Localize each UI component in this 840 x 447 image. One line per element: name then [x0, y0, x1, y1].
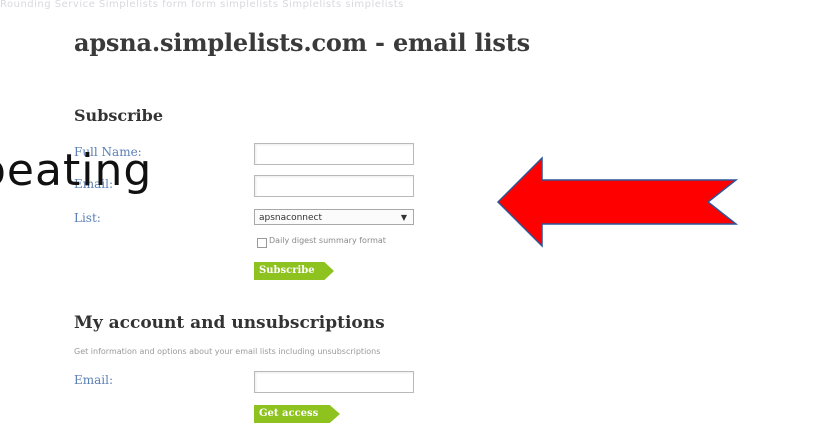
list-select-value: apsnaconnect: [259, 213, 323, 223]
subscribe-button[interactable]: Subscribe: [254, 262, 334, 280]
top-navigation-strip: Rounding Service Simplelists form form s…: [0, 0, 404, 10]
daily-digest-checkbox[interactable]: [257, 238, 267, 248]
subscribe-heading: Subscribe: [74, 106, 163, 125]
account-email-input[interactable]: [254, 371, 414, 393]
account-email-label: Email:: [74, 373, 114, 387]
full-name-input[interactable]: [254, 143, 414, 165]
account-heading: My account and unsubscriptions: [74, 313, 385, 333]
chevron-down-icon: ▼: [400, 213, 407, 222]
list-label: List:: [74, 211, 101, 225]
page-title: apsna.simplelists.com - email lists: [74, 28, 530, 57]
red-arrow-icon: [496, 156, 738, 248]
account-info-text: Get information and options about your e…: [74, 347, 381, 356]
daily-digest-label: Daily digest summary format: [269, 236, 386, 245]
page: Rounding Service Simplelists form form s…: [0, 0, 840, 447]
overlay-text: peating: [0, 145, 153, 196]
email-input[interactable]: [254, 175, 414, 197]
get-access-button[interactable]: Get access: [254, 405, 340, 423]
list-select[interactable]: apsnaconnect ▼: [254, 209, 414, 225]
